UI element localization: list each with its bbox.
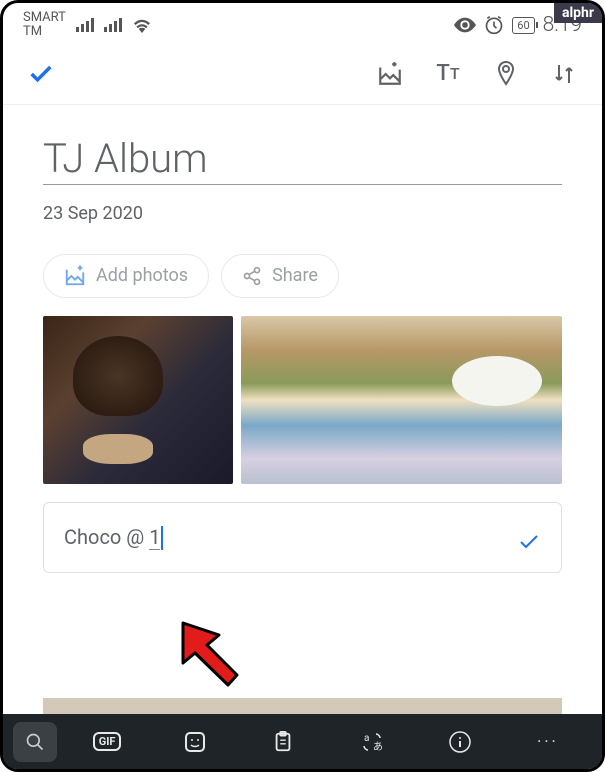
- share-label: Share: [272, 265, 318, 286]
- keyboard-search-button[interactable]: [13, 722, 57, 762]
- search-icon: [25, 732, 45, 752]
- add-photo-icon: [64, 265, 86, 287]
- info-icon: [448, 730, 472, 754]
- photo-grid: [43, 316, 562, 484]
- text-format-button[interactable]: TT: [434, 60, 462, 88]
- annotation-arrow-icon: [163, 613, 253, 703]
- alarm-icon: [484, 15, 504, 35]
- signal-icon: [76, 18, 94, 32]
- share-button[interactable]: Share: [221, 254, 339, 298]
- photo-thumbnail[interactable]: [241, 316, 562, 484]
- keyboard-info-button[interactable]: [416, 722, 504, 762]
- watermark-badge: alphr: [554, 3, 602, 23]
- battery-indicator: 60: [512, 17, 534, 34]
- add-photos-label: Add photos: [96, 265, 188, 286]
- confirm-button[interactable]: [27, 60, 55, 88]
- keyboard-gif-button[interactable]: GIF: [63, 722, 151, 762]
- svg-text:あ: あ: [373, 741, 383, 753]
- caption-text: Choco @ 1: [64, 525, 163, 549]
- carrier-label: SMART TM: [23, 11, 66, 40]
- translate-icon: aあ: [360, 730, 384, 754]
- main-content: TJ Album 23 Sep 2020 Add photos Share Ch…: [3, 105, 602, 574]
- signal-icon: [104, 18, 122, 32]
- photo-thumbnail[interactable]: [43, 316, 233, 484]
- gif-icon: GIF: [93, 732, 122, 751]
- album-date: 23 Sep 2020: [43, 203, 562, 224]
- eye-icon: [454, 17, 476, 33]
- keyboard-translate-button[interactable]: aあ: [328, 722, 416, 762]
- add-photos-button[interactable]: Add photos: [43, 254, 209, 298]
- keyboard-sticker-button[interactable]: [151, 722, 239, 762]
- sticker-icon: [183, 730, 207, 754]
- status-bar: SMART TM 60 8:19: [3, 3, 602, 44]
- caption-confirm-button[interactable]: [517, 530, 541, 558]
- keyboard-more-button[interactable]: ···: [504, 722, 592, 762]
- caption-input[interactable]: Choco @ 1: [43, 502, 562, 574]
- sort-button[interactable]: [550, 60, 578, 88]
- clipboard-icon: [272, 730, 294, 754]
- album-title-input[interactable]: TJ Album: [43, 135, 562, 185]
- toolbar: TT: [3, 44, 602, 105]
- add-photo-button[interactable]: [376, 60, 404, 88]
- text-cursor: [161, 526, 163, 550]
- wifi-icon: [132, 17, 152, 33]
- location-button[interactable]: [492, 60, 520, 88]
- keyboard-toolbar: GIF aあ ···: [3, 714, 602, 769]
- photo-strip: [43, 698, 562, 714]
- svg-text:a: a: [364, 733, 369, 744]
- keyboard-clipboard-button[interactable]: [239, 722, 327, 762]
- share-icon: [242, 266, 262, 286]
